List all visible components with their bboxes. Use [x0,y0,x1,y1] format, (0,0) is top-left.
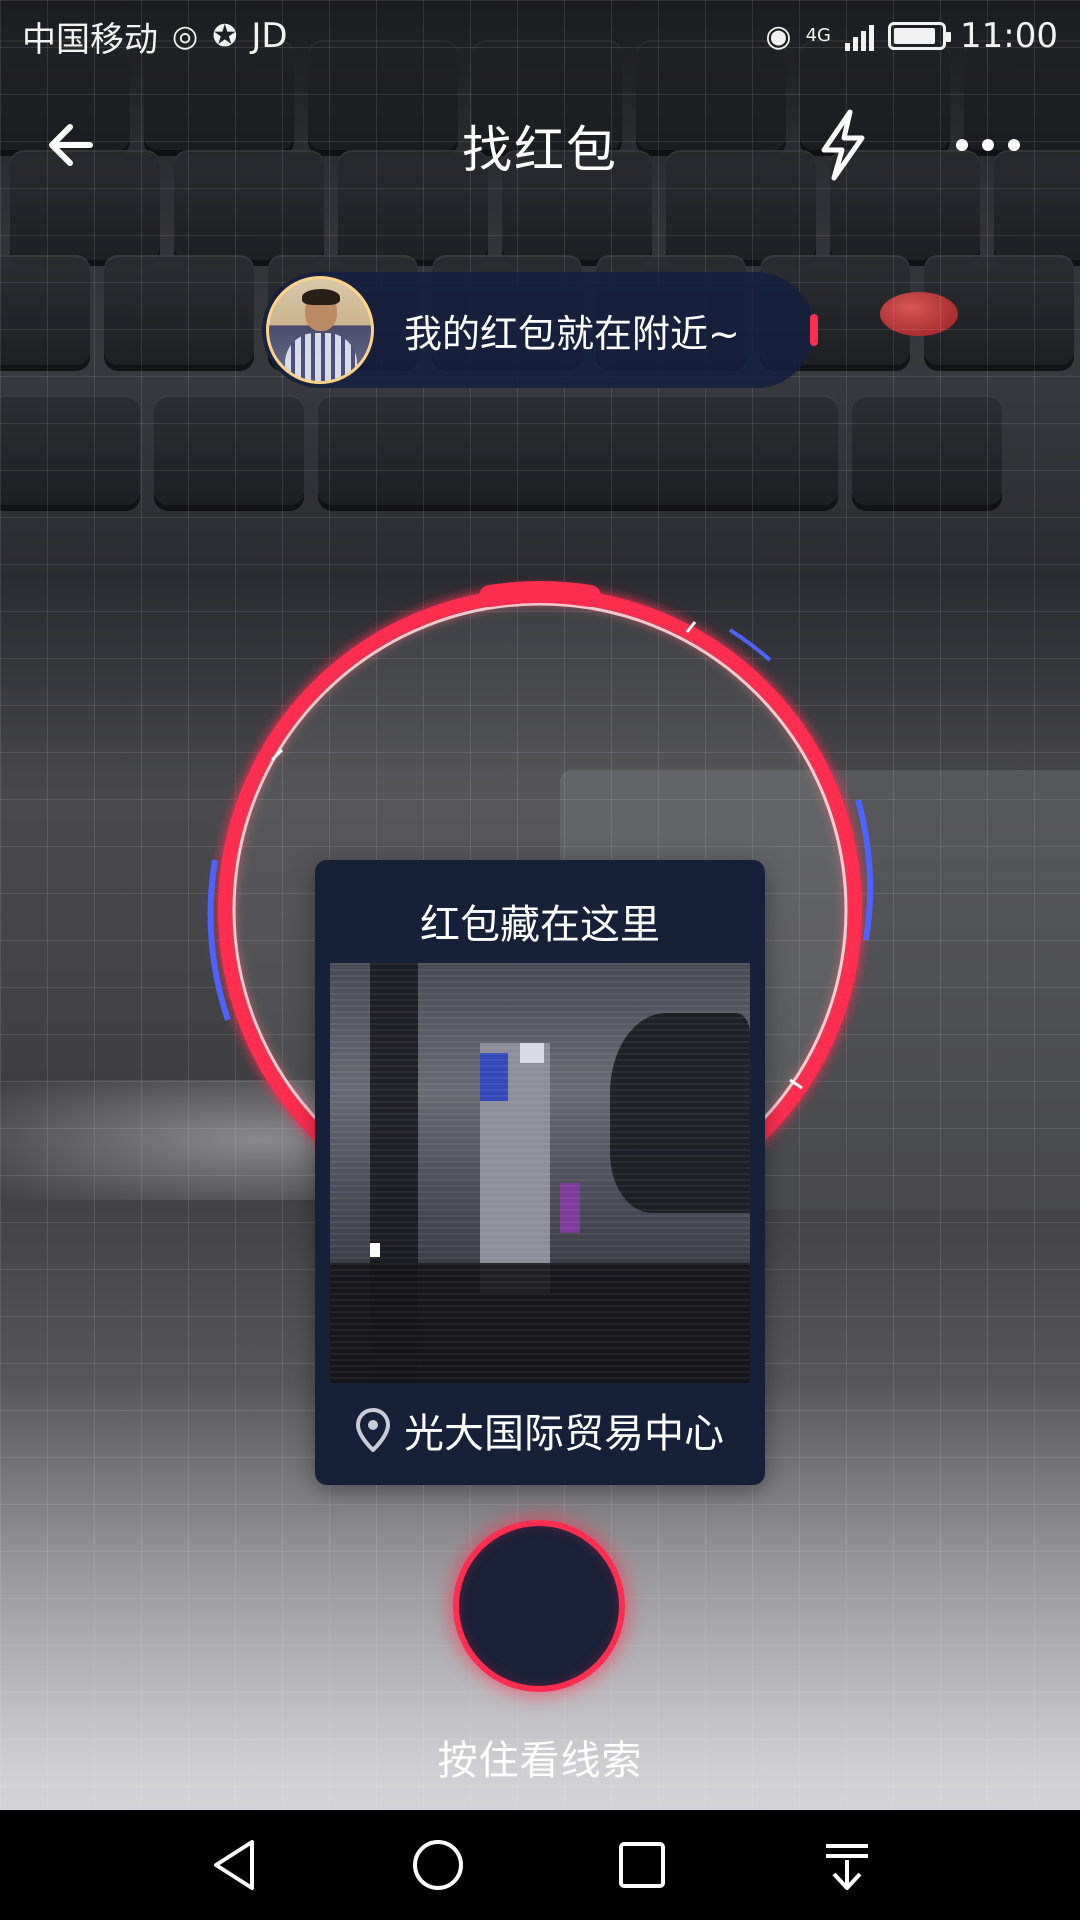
carrier-name: 中国移动 [22,19,158,60]
circle-home-icon[interactable] [403,1830,473,1900]
signal-icon [845,21,875,51]
clue-card: 红包藏在这里 光大国际贸易中心 [315,860,765,1485]
clue-location: 光大国际贸易中心 [315,1400,765,1460]
status-left: 中国移动 ◎ ✪ JD [22,12,288,61]
location-pin-icon [356,1408,390,1452]
square-recent-icon[interactable] [607,1830,677,1900]
more-dots-icon[interactable] [950,120,1026,170]
triangle-back-icon[interactable] [200,1830,270,1900]
owner-message-text: 我的红包就在附近~ [404,311,740,356]
clue-card-title: 红包藏在这里 [420,902,660,948]
owner-message-pill: 我的红包就在附近~ [262,272,818,388]
system-nav-bar [0,1810,1080,1920]
flash-icon[interactable] [810,108,876,182]
status-right: ◉ 4G 11:00 [765,16,1058,56]
jd-badge: JD [251,16,288,56]
hold-label: 按住看线索 [437,1738,643,1784]
hold-to-view-clue-button[interactable] [453,1520,625,1692]
top-nav: 找红包 [0,90,1080,200]
avatar [266,276,374,384]
weibo-icon: ◎ [172,18,199,54]
clue-location-text: 光大国际贸易中心 [404,1411,724,1457]
screen: 中国移动 ◎ ✪ JD ◉ 4G 11:00 找红包 我的红包就在附近~ 红包藏… [0,0,1080,1920]
wechat-icon: ✪ [212,18,238,54]
network-type: 4G [805,25,832,46]
status-bar: 中国移动 ◎ ✪ JD ◉ 4G 11:00 [0,0,1080,72]
battery-icon [888,22,952,50]
clock: 11:00 [960,16,1058,56]
pull-down-icon[interactable] [812,1830,882,1900]
eye-icon: ◉ [765,18,792,54]
page-title: 找红包 [462,121,618,179]
clue-photo [330,963,750,1383]
